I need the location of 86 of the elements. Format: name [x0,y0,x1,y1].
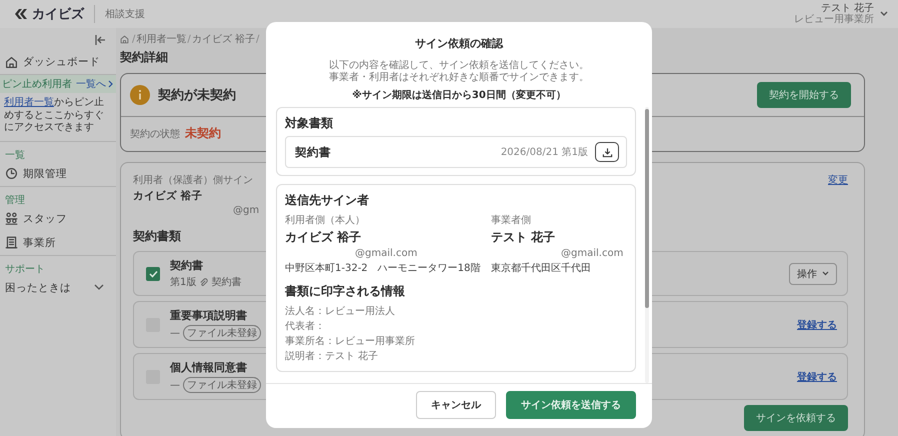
collapse-icon[interactable] [94,34,106,46]
signer-role: 利用者側（本人） [285,214,366,227]
document-meta: 2026/08/21 第1版 [500,146,588,159]
download-icon [602,146,612,158]
signer-email: @gmail.com [560,248,624,259]
description-text: 事業者・利用者はそれぞれ好きな順番でサインできます。 [329,72,589,84]
actions-button[interactable]: 操作 [789,262,837,284]
status-value: 未契約 [185,125,221,142]
signer-role: 事業者側 [491,214,532,227]
paperclip-icon [199,278,208,286]
dash: — [170,380,180,390]
section-heading: 契約書類 [133,228,181,245]
nav-item[interactable]: 期限管理 [0,162,116,186]
signer-name: カイビズ 裕子 [285,229,362,246]
help-menu[interactable]: 困ったときは [0,276,116,300]
nav-label[interactable]: 期限管理 [23,166,67,180]
people-grid-icon [5,212,18,225]
clock-icon [5,167,18,180]
nav-label[interactable]: ダッシュボード [23,55,100,69]
version-label: 第1版 [170,276,196,289]
info-line: 代表者： [285,320,326,334]
info-line: 事業所名：レビュー用事業所 [285,334,416,349]
register-link[interactable]: 登録する [797,370,837,384]
cancel-button[interactable]: キャンセル [416,391,496,419]
checkbox[interactable] [146,266,160,280]
dash: — [170,328,180,338]
user-list-link[interactable]: 利用者一覧 [4,97,54,108]
section-heading: 対象書類 [285,115,334,132]
logo-text: カイビズ [32,6,84,23]
document-name: 契約書 [170,258,204,273]
dialog-title: サイン依頼の確認 [414,36,504,52]
user-name: テスト 花子 [820,3,874,14]
pinned-title: ピン止め利用者 [2,78,72,91]
document-name: 個人情報同意書 [170,360,248,375]
status-label: 契約の状態 [130,128,180,141]
section-label: 管理 [4,194,26,206]
page-title: 契約詳細 [120,49,168,66]
scrollbar[interactable] [645,107,649,383]
check-icon [148,270,158,278]
deadline-note: ※サイン期限は送信日から30日間（変更不可） [351,88,567,102]
caret-icon[interactable] [880,11,888,17]
info-line: 説明者：テスト 花子 [285,350,380,364]
request-sign-button[interactable]: サインを依頼する [744,405,848,431]
nav-item[interactable]: ダッシュボード [0,50,116,74]
signer-email: @gmail.com [354,248,418,259]
description-text: 以下の内容を確認して、サイン依頼を送信してください。 [329,60,589,72]
home-icon[interactable] [120,34,129,44]
section-heading: 書類に印字される情報 [285,283,406,300]
breadcrumb-separator: / [187,34,191,44]
download-button[interactable] [595,142,619,162]
info-icon [130,85,150,105]
signer-label: 利用者（保護者）側サイン [133,174,254,187]
status-tag: ファイル未登録 [183,377,261,393]
document-name: 契約書 [295,144,331,160]
breadcrumb-separator: / [132,34,136,44]
section-label: 一覧 [4,148,26,162]
document-name: 重要事項説明書 [170,308,248,323]
signer-address: 中野区本町1-32-2 ハーモニータワー18階 [285,262,482,275]
status-tag: ファイル未登録 [183,325,261,341]
file-name: 契約書 [211,276,242,289]
breadcrumb-separator: / [256,34,260,44]
start-contract-button[interactable]: 契約を開始する [757,82,851,108]
signer-email: @gm [233,205,260,216]
section-label: サポート [4,262,46,276]
signer-name: カイビズ 裕子 [133,189,204,203]
nav-label[interactable]: 事業所 [23,236,56,250]
chevron-down-icon [822,271,829,276]
chevron-right-icon [108,80,114,88]
list-link[interactable]: 一覧へ [76,77,114,91]
nav-label[interactable]: スタッフ [23,212,67,226]
nav-item[interactable]: 事業所 [0,230,116,254]
pin-hint-text: 利用者一覧からピン止めするとここからすぐにアクセスできます [3,96,105,135]
user-office: レビュー用事業所 [794,14,874,25]
alert-title: 契約が未契約 [158,87,236,104]
signer-address: 東京都千代田区千代田 [491,262,592,275]
nav-item[interactable]: スタッフ [0,206,116,230]
change-link[interactable]: 変更 [828,173,848,187]
info-line: 法人名：レビュー用法人 [285,304,396,319]
section-heading: 送信先サイン者 [285,192,370,209]
send-button[interactable]: サイン依頼を送信する [506,391,636,419]
building-icon [5,236,18,249]
product-name: 相談支援 [105,8,145,21]
logo-mark-icon [14,8,28,20]
register-link[interactable]: 登録する [797,318,837,332]
signer-name: テスト 花子 [491,229,556,246]
home-icon [5,56,18,68]
